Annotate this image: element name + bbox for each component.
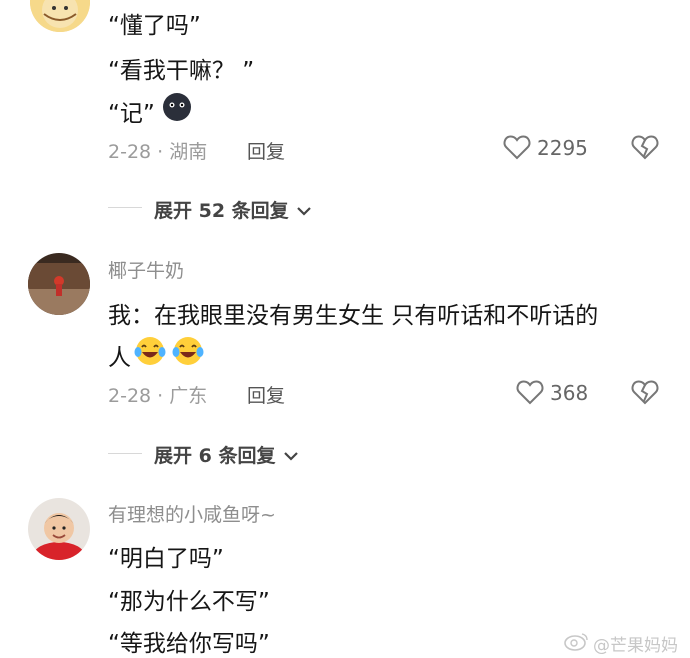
reply-button[interactable]: 回复 — [247, 381, 285, 408]
dark-blob-emoji — [161, 90, 193, 122]
divider — [108, 453, 142, 454]
comment-line: “记” — [108, 101, 155, 127]
expand-replies-label: 展开 6 条回复 — [154, 445, 276, 467]
avatar[interactable] — [28, 498, 90, 560]
chevron-down-icon — [295, 201, 313, 223]
comment-meta: 2-28 · 广东 — [108, 385, 208, 407]
heart-outline-icon[interactable] — [516, 379, 544, 405]
comment-line: “看我干嘛？ ” — [108, 58, 255, 84]
laughing-crying-emoji — [133, 335, 167, 367]
avatar[interactable] — [30, 0, 90, 32]
comment-line: “明白了吗” — [108, 546, 224, 572]
heart-outline-icon[interactable] — [503, 134, 531, 160]
comment-line: “等我给你写吗” — [108, 631, 270, 657]
avatar[interactable] — [28, 253, 90, 315]
divider — [108, 207, 142, 208]
broken-heart-icon[interactable] — [631, 379, 659, 405]
like-count: 368 — [550, 381, 589, 405]
reply-button[interactable]: 回复 — [247, 137, 285, 164]
expand-replies-label: 展开 52 条回复 — [154, 200, 289, 222]
username[interactable]: 椰子牛奶 — [108, 256, 184, 283]
comment-line: 人 — [108, 345, 131, 371]
like-count: 2295 — [537, 136, 588, 160]
expand-replies-button[interactable]: 展开 52 条回复 — [154, 196, 313, 223]
expand-replies-button[interactable]: 展开 6 条回复 — [154, 441, 300, 468]
username[interactable]: 有理想的小咸鱼呀~ — [108, 500, 276, 527]
weibo-logo-icon — [563, 631, 589, 656]
watermark-text: @芒果妈妈 — [593, 636, 678, 656]
laughing-crying-emoji — [171, 335, 205, 367]
comment-meta: 2-28 · 湖南 — [108, 141, 208, 163]
comment-line: 我：在我眼里没有男生女生 只有听话和不听话的 — [108, 303, 599, 329]
watermark: @芒果妈妈 — [563, 631, 678, 656]
chevron-down-icon — [282, 446, 300, 468]
comment-line: “懂了吗” — [108, 13, 201, 39]
comment-line: “那为什么不写” — [108, 589, 270, 615]
broken-heart-icon[interactable] — [631, 134, 659, 160]
